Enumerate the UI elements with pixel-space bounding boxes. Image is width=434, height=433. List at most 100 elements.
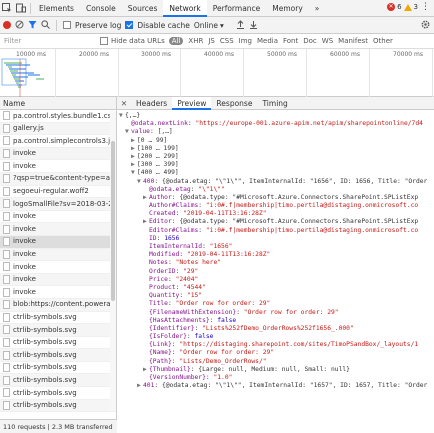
gear-icon[interactable] <box>421 20 430 31</box>
tab-memory[interactable]: Memory <box>266 0 309 17</box>
json-value: "15" <box>186 292 203 300</box>
clear-icon[interactable] <box>15 20 24 31</box>
json-tree-line[interactable]: ▶ 401: {@odata.etag: "\"1\"", ItemInterna… <box>117 382 434 390</box>
request-row[interactable]: ctrlib-symbols.svg <box>0 387 116 400</box>
request-list-scrollbar[interactable] <box>110 111 116 411</box>
filter-type-font[interactable]: Font <box>283 37 298 45</box>
json-key: Editor <box>149 218 172 226</box>
request-row[interactable]: ctrlib-symbols.svg <box>0 349 116 362</box>
request-row[interactable]: ctrlib-symbols.svg <box>0 312 116 325</box>
json-tree-line[interactable]: ▶ [100 … 199] <box>117 145 434 153</box>
throttling-select[interactable]: Online ▾ <box>194 21 224 30</box>
json-value: [100 … 199] <box>137 144 179 152</box>
request-row[interactable]: blob:https://content.powerap... <box>0 298 116 312</box>
json-tree-line[interactable]: ▼ [400 … 499] <box>117 169 434 177</box>
detail-tabs: ✕ Headers Preview Response Timing <box>117 96 434 110</box>
hide-data-urls-checkbox[interactable] <box>100 37 108 45</box>
kebab-menu-icon[interactable]: ⋮ <box>421 2 430 12</box>
request-row[interactable]: logoSmallFile?sv=2018-03-2... <box>0 198 116 211</box>
tab-network[interactable]: Network <box>163 0 207 17</box>
request-name: invoke <box>13 149 36 158</box>
request-row[interactable]: ctrlib-symbols.svg <box>0 324 116 337</box>
inspect-element-icon[interactable] <box>0 1 14 15</box>
filter-type-xhr[interactable]: XHR <box>188 37 203 45</box>
filter-type-other[interactable]: Other <box>373 37 393 45</box>
request-row[interactable]: pa.control.simplecontrols3.js <box>0 135 116 148</box>
filter-type-img[interactable]: Img <box>239 37 252 45</box>
tab-elements[interactable]: Elements <box>33 0 80 17</box>
search-icon[interactable] <box>41 19 50 31</box>
network-overview-timeline[interactable]: 10000 ms 20000 ms 30000 ms 40000 ms 5000… <box>0 49 434 97</box>
request-row[interactable]: ctrlib-symbols.svg <box>0 399 116 413</box>
filter-type-css[interactable]: CSS <box>220 37 234 45</box>
tab-timing[interactable]: Timing <box>257 97 292 110</box>
request-row[interactable]: ctrlib-symbols.svg <box>0 362 116 375</box>
tab-preview[interactable]: Preview <box>172 96 212 110</box>
request-name: ctrlib-symbols.svg <box>13 338 77 347</box>
request-row[interactable]: invoke <box>0 248 116 262</box>
request-row[interactable]: ?qsp=true&content-type=app... <box>0 172 116 186</box>
filter-input[interactable]: Filter <box>0 37 100 45</box>
filter-type-media[interactable]: Media <box>257 37 278 45</box>
tab-sources[interactable]: Sources <box>122 0 164 17</box>
record-icon[interactable] <box>3 21 11 29</box>
json-key: Author#Claims <box>149 202 199 210</box>
json-value: "Lists/Demo_OrderRows/" <box>179 357 267 365</box>
json-tree-line[interactable]: ▼ value: [,…] <box>117 128 434 136</box>
tab-performance[interactable]: Performance <box>207 0 267 17</box>
export-har-icon[interactable] <box>249 20 258 31</box>
request-row[interactable]: invoke <box>0 223 116 236</box>
close-icon[interactable]: ✕ <box>117 99 131 108</box>
json-value: "2019-04-11T13:16:28Z" <box>183 210 267 218</box>
preserve-log-checkbox[interactable] <box>63 21 71 29</box>
disable-cache-checkbox[interactable] <box>125 21 134 29</box>
request-name: ?qsp=true&content-type=app... <box>13 174 116 183</box>
request-row[interactable]: invoke <box>0 211 116 224</box>
file-icon <box>3 224 10 234</box>
request-row[interactable]: pa.control.styles.bundle1.css <box>0 110 116 123</box>
json-tree-line[interactable]: ▶ [0 … 99] <box>117 137 434 145</box>
json-value: "Order row for order: 29" <box>179 349 275 357</box>
json-value: [400 … 499] <box>137 169 179 177</box>
file-icon <box>3 287 10 297</box>
toolbar-separator <box>56 19 57 31</box>
request-rows: pa.control.styles.bundle1.css gallery.js p… <box>0 110 116 413</box>
json-tree-line[interactable]: ▶ Author: {@odata.type: "#Microsoft.Azure… <box>117 194 434 202</box>
filter-type-js[interactable]: JS <box>208 37 215 45</box>
json-tree-line[interactable]: ▶ [300 … 399] <box>117 161 434 169</box>
request-row[interactable]: gallery.js <box>0 122 116 136</box>
request-row[interactable]: segoeui-regular.woff2 <box>0 186 116 199</box>
request-row[interactable]: invoke <box>0 160 116 173</box>
device-toolbar-icon[interactable] <box>14 1 28 15</box>
file-icon <box>3 300 10 310</box>
disable-cache-label: Disable cache <box>137 20 190 30</box>
request-row[interactable]: invoke <box>0 147 116 161</box>
json-tree-line[interactable]: ▶ {Thumbnail}: {Large: null, Medium: null… <box>117 366 434 374</box>
filter-type-manifest[interactable]: Manifest <box>338 37 368 45</box>
issue-badges[interactable]: ✕ 6 3 <box>387 3 418 11</box>
tab-response[interactable]: Response <box>211 97 257 110</box>
json-tree-line[interactable]: ▼ 400: {@odata.etag: "\"1\"", ItemInterna… <box>117 178 434 186</box>
request-row[interactable]: invoke <box>0 273 116 287</box>
scrollbar-thumb[interactable] <box>111 141 115 301</box>
error-count: 6 <box>397 3 402 11</box>
request-name: invoke <box>13 237 36 246</box>
more-tabs-button[interactable]: » <box>309 0 326 17</box>
request-row[interactable]: invoke <box>0 286 116 299</box>
request-row[interactable]: invoke <box>0 261 116 274</box>
filter-type-doc[interactable]: Doc <box>303 37 317 45</box>
json-tree-line[interactable]: ▶ Editor: {@odata.type: "#Microsoft.Azure… <box>117 218 434 226</box>
name-column-header[interactable]: Name <box>0 97 116 110</box>
import-har-icon[interactable] <box>236 19 245 31</box>
filter-icon[interactable] <box>28 20 37 31</box>
json-tree-line[interactable]: ▶ [200 … 299] <box>117 153 434 161</box>
json-tree-line[interactable]: ▼ {,…} <box>117 112 434 120</box>
filter-type-all[interactable]: All <box>168 37 184 45</box>
request-row[interactable]: ctrlib-symbols.svg <box>0 337 116 350</box>
request-row[interactable]: invoke <box>0 235 116 249</box>
tab-headers[interactable]: Headers <box>131 97 172 110</box>
filter-type-ws[interactable]: WS <box>322 37 333 45</box>
tab-console[interactable]: Console <box>80 0 122 17</box>
json-key: 400 <box>143 177 155 185</box>
request-row[interactable]: ctrlib-symbols.svg <box>0 374 116 388</box>
